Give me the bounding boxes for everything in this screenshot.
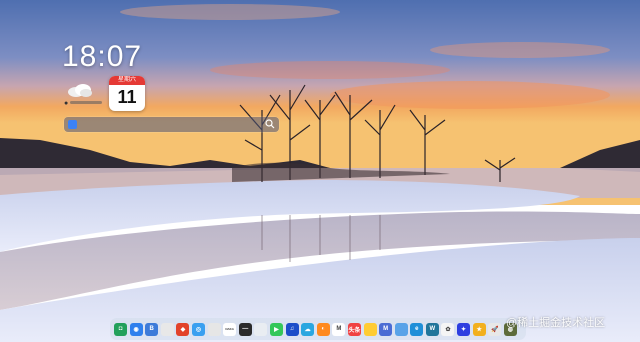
search-icon[interactable] [160, 322, 174, 336]
gmail-icon[interactable]: M [332, 322, 346, 336]
weather-widget[interactable]: ● [64, 82, 104, 112]
calendar-day: 11 [117, 87, 137, 107]
music-icon[interactable]: ♫ [285, 322, 299, 336]
window-icon[interactable] [394, 322, 408, 336]
monitor-icon[interactable] [254, 322, 268, 336]
cloudy-weather-icon [68, 84, 92, 97]
mastodon-icon[interactable]: M [379, 322, 393, 336]
star-icon[interactable]: ★ [472, 322, 486, 336]
search-engine-icon[interactable] [68, 120, 77, 129]
search-icon[interactable] [265, 119, 275, 129]
calendar-widget[interactable]: 星期六 11 [109, 76, 145, 111]
photos-icon[interactable]: ✿ [441, 322, 455, 336]
calendar-weekday: 星期六 [109, 76, 145, 85]
orange-app-icon[interactable]: ◐ [316, 322, 330, 336]
wordpress-icon[interactable]: W [425, 322, 439, 336]
browser-icon[interactable]: ◎ [191, 322, 205, 336]
baidu-icon[interactable]: ✦ [457, 322, 471, 336]
location-pin-icon: ● [64, 100, 69, 107]
bing-icon[interactable]: B [145, 322, 159, 336]
naka-icon[interactable]: NAKA [223, 322, 237, 336]
rocket-icon[interactable]: 🚀 [488, 322, 502, 336]
mail-icon[interactable] [207, 322, 221, 336]
rainbow-icon[interactable] [363, 322, 377, 336]
terminal-icon[interactable]: — [238, 322, 252, 336]
gitlab-icon[interactable]: ◆ [176, 322, 190, 336]
weather-location [70, 101, 102, 104]
finder-icon[interactable]: ◘ [114, 322, 127, 336]
play-icon[interactable]: ▶ [269, 322, 283, 336]
app-dock: ◘ ◉ B ◆ ◎ NAKA — ▶ ♫ ☁ ◐ M 头条 Me W ✿ ✦ ★ 🚀 ◍ [110, 318, 526, 340]
chrome-icon[interactable]: ◉ [129, 322, 143, 336]
watermark: @稀土掘金技术社区 [506, 317, 606, 329]
cloud-icon[interactable]: ☁ [301, 322, 315, 336]
toutiao-icon[interactable]: 头条 [347, 322, 361, 336]
clock-time: 18:07 [62, 40, 143, 73]
edge-icon[interactable]: e [410, 322, 424, 336]
search-bar[interactable] [64, 117, 279, 132]
